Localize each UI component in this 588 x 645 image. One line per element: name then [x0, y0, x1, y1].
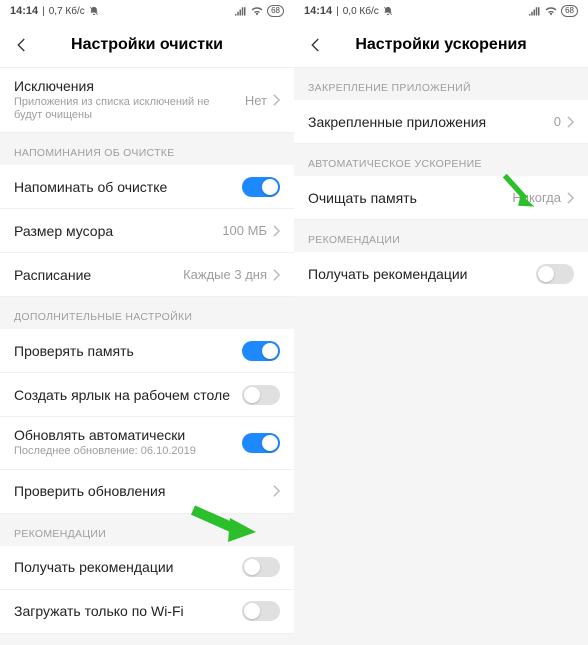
toggle[interactable] [242, 385, 280, 405]
wifi-icon [545, 6, 557, 16]
status-time: 14:14 [10, 5, 38, 17]
row-auto-update[interactable]: Обновлять автоматически Последнее обновл… [0, 417, 294, 469]
value: Нет [245, 93, 267, 108]
screen-cleaning-settings: 14:14 | 0,7 Кб/с 68 Настройки очистки Ис… [0, 0, 294, 645]
label: Проверять память [14, 343, 234, 359]
label: Закрепленные приложения [308, 114, 546, 130]
row-trash-size[interactable]: Размер мусора 100 МБ [0, 209, 294, 253]
row-check-memory[interactable]: Проверять память [0, 329, 294, 373]
toggle[interactable] [242, 341, 280, 361]
value: 100 МБ [222, 223, 267, 238]
status-bar: 14:14 | 0,7 Кб/с 68 [0, 0, 294, 22]
row-get-recommendations[interactable]: Получать рекомендации [0, 546, 294, 590]
content: ЗАКРЕПЛЕНИЕ ПРИЛОЖЕНИЙ Закрепленные прил… [294, 68, 588, 645]
chevron-left-icon [307, 36, 325, 54]
signal-icon [235, 6, 247, 16]
section-auto-boost: АВТОМАТИЧЕСКОЕ УСКОРЕНИЕ [294, 144, 588, 176]
value: Никогда [512, 190, 561, 205]
toggle[interactable] [242, 433, 280, 453]
section-pinned: ЗАКРЕПЛЕНИЕ ПРИЛОЖЕНИЙ [294, 68, 588, 100]
label: Размер мусора [14, 223, 214, 239]
toggle[interactable] [536, 264, 574, 284]
status-net: 0,0 Кб/с [343, 6, 379, 17]
chevron-right-icon [567, 116, 574, 128]
row-shortcut[interactable]: Создать ярлык на рабочем столе [0, 373, 294, 417]
chevron-left-icon [13, 36, 31, 54]
status-time: 14:14 [304, 5, 332, 17]
section-advanced: ДОПОЛНИТЕЛЬНЫЕ НАСТРОЙКИ [0, 297, 294, 329]
label: Напоминать об очистке [14, 179, 234, 195]
section-reminders: НАПОМИНАНИЯ ОБ ОЧИСТКЕ [0, 133, 294, 165]
chevron-right-icon [273, 269, 280, 281]
value: 0 [554, 114, 561, 129]
battery-icon: 68 [561, 5, 578, 17]
screen-boost-settings: 14:14 | 0,0 Кб/с 68 Настройки ускорения … [294, 0, 588, 645]
battery-icon: 68 [267, 5, 284, 17]
content: Исключения Приложения из списка исключен… [0, 68, 294, 645]
sublabel: Последнее обновление: 06.10.2019 [14, 445, 234, 458]
row-remind[interactable]: Напоминать об очистке [0, 165, 294, 209]
label: Получать рекомендации [308, 266, 528, 282]
label: Создать ярлык на рабочем столе [14, 387, 234, 403]
toggle[interactable] [242, 557, 280, 577]
label: Загружать только по Wi-Fi [14, 603, 234, 619]
label: Получать рекомендации [14, 559, 234, 575]
chevron-right-icon [273, 94, 280, 106]
chevron-right-icon [273, 225, 280, 237]
row-get-recommendations[interactable]: Получать рекомендации [294, 252, 588, 296]
row-wifi-only[interactable]: Загружать только по Wi-Fi [0, 590, 294, 634]
toggle[interactable] [242, 601, 280, 621]
header: Настройки ускорения [294, 22, 588, 68]
status-net: 0,7 Кб/с [49, 6, 85, 17]
signal-icon [529, 6, 541, 16]
chevron-right-icon [273, 485, 280, 497]
label: Исключения [14, 78, 237, 94]
chevron-right-icon [567, 192, 574, 204]
row-schedule[interactable]: Расписание Каждые 3 дня [0, 253, 294, 297]
label: Очищать память [308, 190, 504, 206]
row-check-updates[interactable]: Проверить обновления [0, 470, 294, 514]
row-clean-memory[interactable]: Очищать память Никогда [294, 176, 588, 220]
row-exceptions[interactable]: Исключения Приложения из списка исключен… [0, 68, 294, 133]
label: Проверить обновления [14, 483, 267, 499]
row-pinned-apps[interactable]: Закрепленные приложения 0 [294, 100, 588, 144]
toggle[interactable] [242, 177, 280, 197]
dnd-icon [89, 6, 99, 16]
section-recommendations: РЕКОМЕНДАЦИИ [294, 220, 588, 252]
page-title: Настройки ускорения [330, 36, 552, 54]
wifi-icon [251, 6, 263, 16]
header: Настройки очистки [0, 22, 294, 68]
back-button[interactable] [8, 31, 36, 59]
sublabel: Приложения из списка исключений не будут… [14, 96, 237, 122]
label: Расписание [14, 267, 175, 283]
page-title: Настройки очистки [36, 36, 258, 54]
value: Каждые 3 дня [183, 267, 267, 282]
label: Обновлять автоматически [14, 427, 234, 443]
dnd-icon [383, 6, 393, 16]
back-button[interactable] [302, 31, 330, 59]
section-recommendations: РЕКОМЕНДАЦИИ [0, 514, 294, 546]
status-bar: 14:14 | 0,0 Кб/с 68 [294, 0, 588, 22]
